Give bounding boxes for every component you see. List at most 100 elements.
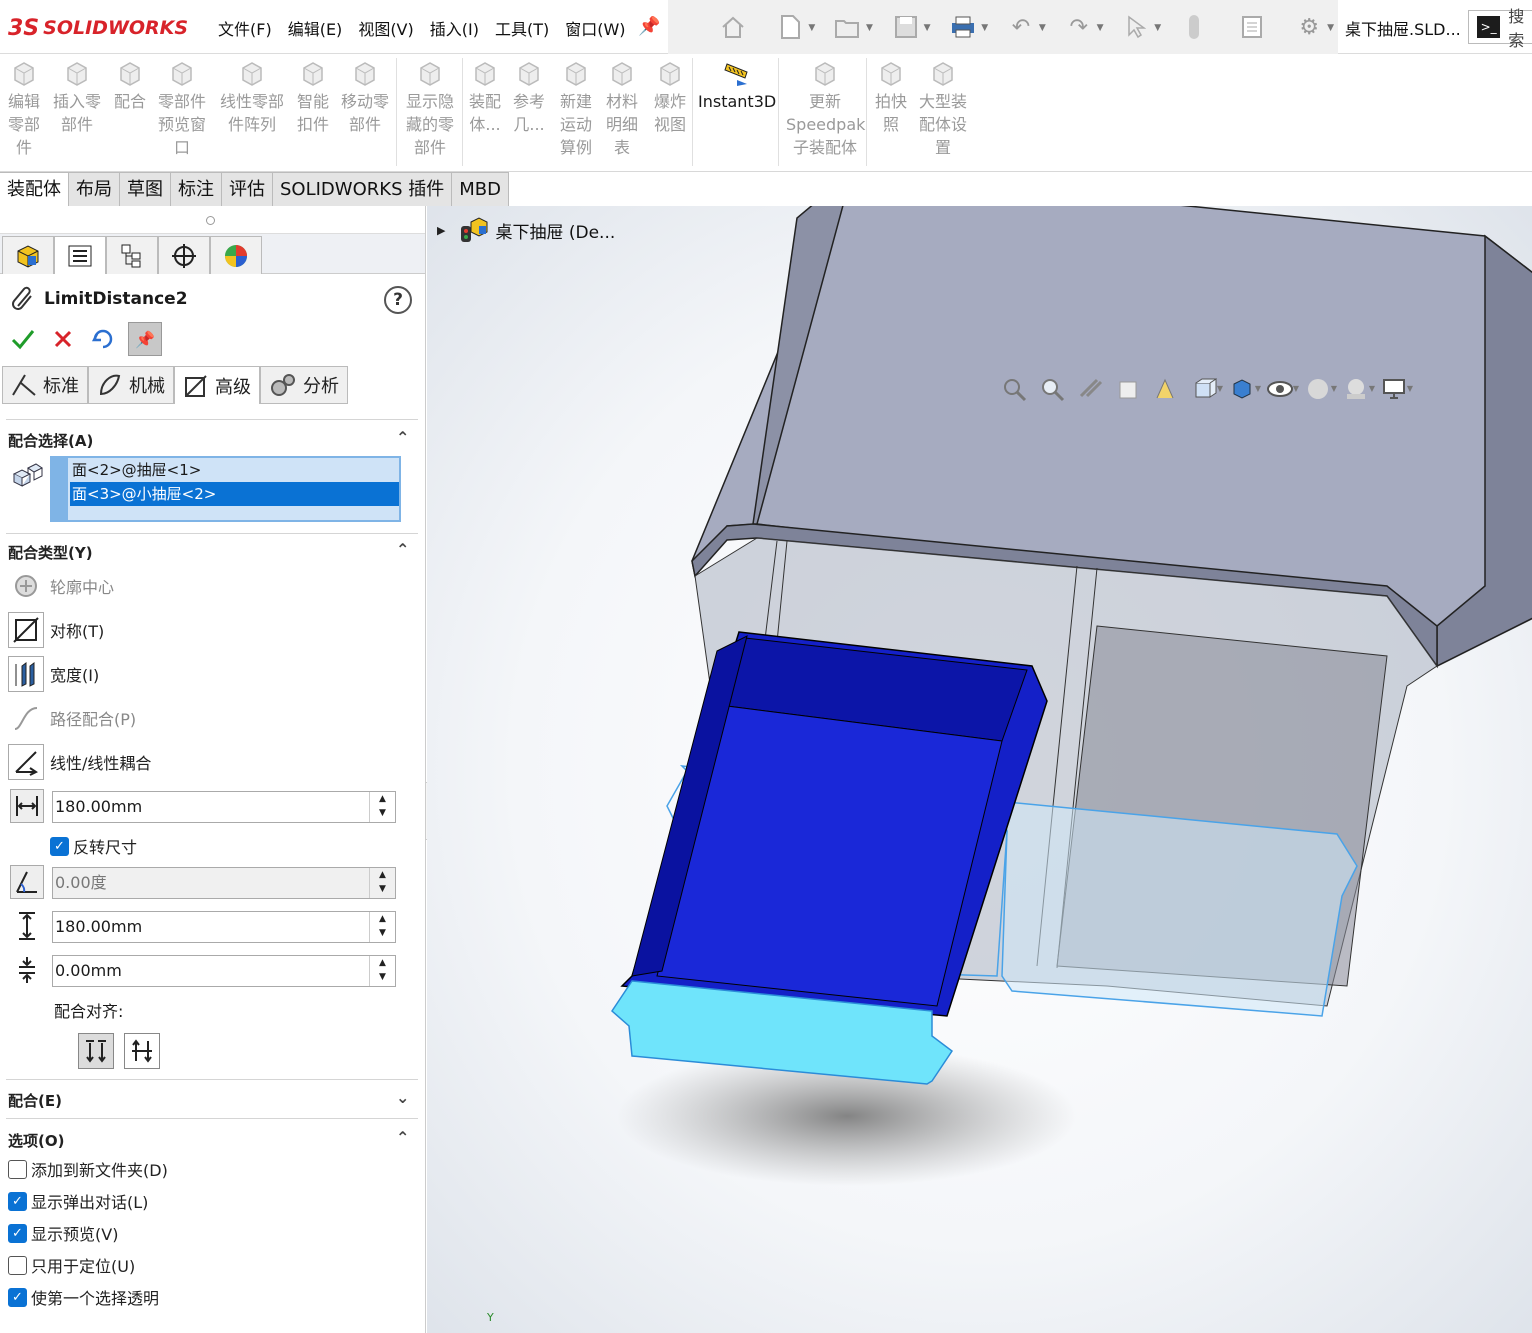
- save-icon[interactable]: ▼: [877, 7, 935, 47]
- home-icon[interactable]: [704, 7, 762, 47]
- open-icon[interactable]: ▼: [819, 7, 877, 47]
- linear-pattern-button[interactable]: 线性零部 件阵列: [218, 58, 286, 136]
- chevron-down-icon[interactable]: ▼: [1097, 23, 1104, 33]
- tab-advanced-mates[interactable]: 高级: [174, 366, 260, 404]
- new-doc-icon[interactable]: ▼: [762, 7, 820, 47]
- undo-icon[interactable]: ↶ ▼: [992, 7, 1050, 47]
- menu-insert[interactable]: 插入(I): [422, 16, 487, 40]
- chevron-down-icon[interactable]: ▼: [924, 23, 931, 33]
- mate-types-header[interactable]: 配合类型(Y) ⌃: [8, 540, 409, 563]
- graphics-area[interactable]: ▶ 桌下抽屉 (De... ▼ ▼ ▼ ▼ ▼ ▼ Y: [427, 206, 1532, 1333]
- tab-6[interactable]: MBD: [452, 172, 509, 206]
- tab-mechanical-mates[interactable]: 机械: [88, 366, 174, 404]
- distance-input[interactable]: 180.00mm ▲ ▼: [52, 791, 396, 823]
- anti-aligned-button[interactable]: [124, 1033, 160, 1069]
- edit-component-button[interactable]: 编辑 零部 件: [4, 58, 44, 159]
- bill-of-materials-button[interactable]: 材料 明细 表: [602, 58, 642, 159]
- instant3d-button[interactable]: Instant3D: [698, 58, 776, 113]
- view-orientation-icon[interactable]: ▼: [1187, 374, 1223, 404]
- chevron-down-icon[interactable]: ▼: [1217, 384, 1223, 393]
- tab-0[interactable]: 装配体: [0, 172, 69, 206]
- chevron-down-icon[interactable]: ▼: [1293, 384, 1299, 393]
- component-preview-button[interactable]: 零部件 预览窗 口: [156, 58, 208, 159]
- solidworks-logo[interactable]: 3S SOLIDWORKS: [8, 14, 188, 42]
- spinner-arrows[interactable]: ▲ ▼: [369, 912, 395, 942]
- spinner-arrows[interactable]: ▲ ▼: [369, 956, 395, 986]
- option-checkbox-1[interactable]: ✓ 显示弹出对话(L): [8, 1189, 148, 1213]
- ok-button[interactable]: [8, 324, 38, 354]
- chevron-up-icon[interactable]: ⌃: [396, 428, 409, 447]
- option-checkbox-2[interactable]: ✓ 显示预览(V): [8, 1221, 118, 1245]
- tab-analysis[interactable]: 分析: [260, 366, 348, 404]
- new-motion-study-button[interactable]: 新建 运动 算例: [556, 58, 596, 159]
- chevron-down-icon[interactable]: ▼: [1327, 23, 1334, 33]
- menu-tools[interactable]: 工具(T): [487, 16, 557, 40]
- spinner-arrows[interactable]: ▲ ▼: [369, 792, 395, 822]
- chevron-up-icon[interactable]: ⌃: [396, 540, 409, 559]
- dimxpert-tab[interactable]: [158, 236, 210, 274]
- min-distance-input[interactable]: 0.00mm ▲ ▼: [52, 955, 396, 987]
- menu-view[interactable]: 视图(V): [350, 16, 421, 40]
- dynamic-annotation-icon[interactable]: [1149, 374, 1183, 404]
- resize-handle[interactable]: [206, 216, 215, 225]
- menu-file[interactable]: 文件(F): [210, 16, 280, 40]
- width-mate[interactable]: 宽度(I): [8, 656, 99, 692]
- zoom-to-fit-icon[interactable]: [997, 374, 1031, 404]
- linear-coupler-mate[interactable]: 线性/线性耦合: [8, 744, 151, 780]
- angle-input[interactable]: 0.00度 ▲ ▼: [52, 867, 396, 899]
- option-checkbox-4[interactable]: ✓ 使第一个选择透明: [8, 1285, 159, 1309]
- apply-scene-icon[interactable]: ▼: [1339, 374, 1375, 404]
- mate-selections-list[interactable]: 面<2>@抽屉<1> 面<3>@小抽屉<2>: [50, 456, 401, 522]
- menu-edit[interactable]: 编辑(E): [280, 16, 351, 40]
- spinner-arrows[interactable]: ▲ ▼: [369, 868, 395, 898]
- checkbox-checked[interactable]: ✓: [50, 836, 69, 856]
- display-manager-tab[interactable]: [210, 236, 262, 274]
- previous-view-icon[interactable]: [1073, 374, 1107, 404]
- chevron-down-icon[interactable]: ▼: [981, 23, 988, 33]
- zoom-area-icon[interactable]: [1035, 374, 1069, 404]
- chevron-down-icon[interactable]: ⌄: [396, 1088, 409, 1107]
- show-hidden-button[interactable]: 显示隐 藏的零 部件: [402, 58, 458, 159]
- reference-geometry-button[interactable]: 参考 几...: [510, 58, 548, 136]
- aligned-button[interactable]: [78, 1033, 114, 1069]
- chevron-down-icon[interactable]: ▼: [1039, 23, 1046, 33]
- checkbox-checked[interactable]: ✓: [8, 1287, 27, 1307]
- checkbox-unchecked[interactable]: [8, 1255, 27, 1275]
- exploded-view-button[interactable]: 爆炸 视图: [650, 58, 690, 136]
- assembly-features-button[interactable]: 装配 体...: [466, 58, 504, 136]
- chevron-up-icon[interactable]: ⌃: [396, 1128, 409, 1147]
- keep-visible-pin-button[interactable]: 📌: [128, 322, 162, 356]
- configuration-manager-tab[interactable]: [106, 236, 158, 274]
- undo-button[interactable]: [88, 324, 118, 354]
- options-header[interactable]: 选项(O) ⌃: [8, 1128, 409, 1151]
- tab-1[interactable]: 布局: [69, 172, 120, 206]
- options-icon[interactable]: ⚙ ▼: [1280, 7, 1338, 47]
- chevron-down-icon[interactable]: ▼: [1407, 384, 1413, 393]
- cancel-button[interactable]: [48, 324, 78, 354]
- chevron-down-icon[interactable]: ▼: [1331, 384, 1337, 393]
- list-item[interactable]: 面<2>@抽屉<1>: [70, 458, 399, 482]
- mate-selections-header[interactable]: 配合选择(A) ⌃: [8, 428, 409, 451]
- checkbox-checked[interactable]: ✓: [8, 1223, 27, 1243]
- help-icon[interactable]: ?: [384, 286, 412, 314]
- mate-button[interactable]: 配合: [112, 58, 148, 113]
- panel-resize-bar[interactable]: [0, 206, 425, 234]
- insert-components-button[interactable]: 插入零 部件: [52, 58, 102, 136]
- tab-standard-mates[interactable]: 标准: [2, 366, 88, 404]
- update-speedpak-button[interactable]: 更新 Speedpak 子装配体: [786, 58, 865, 159]
- option-checkbox-3[interactable]: 只用于定位(U): [8, 1253, 135, 1277]
- tab-4[interactable]: 评估: [222, 172, 273, 206]
- checkbox-unchecked[interactable]: [8, 1159, 27, 1179]
- display-style-icon[interactable]: ▼: [1225, 374, 1261, 404]
- feature-manager-tab[interactable]: [2, 236, 54, 274]
- view-settings-icon[interactable]: ▼: [1377, 374, 1413, 404]
- checkbox-checked[interactable]: ✓: [8, 1191, 27, 1211]
- list-item-selected[interactable]: 面<3>@小抽屉<2>: [70, 482, 399, 506]
- chevron-down-icon[interactable]: ▼: [866, 23, 873, 33]
- menu-window[interactable]: 窗口(W): [557, 16, 633, 40]
- flip-dimension-checkbox[interactable]: ✓ 反转尺寸: [50, 834, 137, 858]
- chevron-down-icon[interactable]: ▼: [1154, 23, 1161, 33]
- tree-root-label[interactable]: 桌下抽屉 (De...: [495, 218, 615, 243]
- pin-menu-icon[interactable]: 📌: [638, 16, 660, 37]
- redo-icon[interactable]: ↷ ▼: [1050, 7, 1108, 47]
